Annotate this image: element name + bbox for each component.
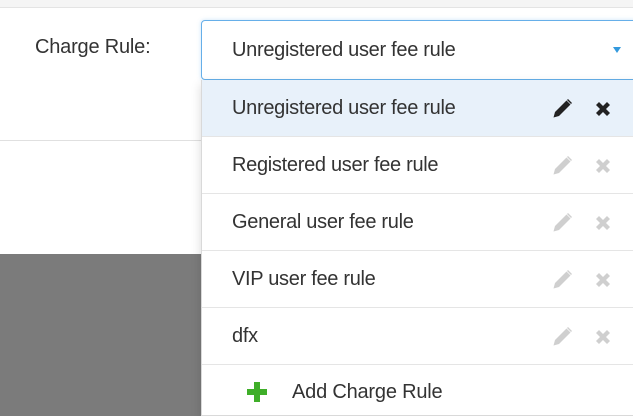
pencil-icon[interactable] — [550, 97, 574, 121]
option-dfx[interactable]: dfx — [202, 308, 633, 365]
close-icon[interactable] — [591, 211, 615, 235]
caret-down-icon — [613, 47, 621, 53]
pencil-icon[interactable] — [550, 268, 574, 292]
option-general-user-fee-rule[interactable]: General user fee rule — [202, 194, 633, 251]
option-registered-user-fee-rule[interactable]: Registered user fee rule — [202, 137, 633, 194]
charge-rule-label: Charge Rule: — [35, 36, 151, 58]
option-label: Registered user fee rule — [232, 154, 439, 176]
charge-rule-dropdown: Unregistered user fee rule Registered us… — [201, 80, 633, 416]
option-label: General user fee rule — [232, 211, 414, 233]
close-icon[interactable] — [591, 268, 615, 292]
charge-rule-select[interactable]: Unregistered user fee rule — [201, 20, 633, 80]
close-icon[interactable] — [591, 97, 615, 121]
page: Charge Rule: Unregistered user fee rule … — [0, 0, 633, 416]
add-charge-rule-button[interactable]: Add Charge Rule — [202, 365, 633, 415]
selected-value: Unregistered user fee rule — [232, 39, 456, 61]
option-vip-user-fee-rule[interactable]: VIP user fee rule — [202, 251, 633, 308]
option-label: Unregistered user fee rule — [232, 97, 456, 119]
option-label: dfx — [232, 325, 258, 347]
option-label: VIP user fee rule — [232, 268, 376, 290]
close-icon[interactable] — [591, 325, 615, 349]
pencil-icon[interactable] — [550, 325, 574, 349]
close-icon[interactable] — [591, 154, 615, 178]
pencil-icon[interactable] — [550, 154, 574, 178]
option-unregistered-user-fee-rule[interactable]: Unregistered user fee rule — [202, 80, 633, 137]
pencil-icon[interactable] — [550, 211, 574, 235]
add-charge-rule-label: Add Charge Rule — [292, 381, 443, 403]
plus-icon — [246, 381, 268, 403]
top-strip — [0, 0, 633, 8]
